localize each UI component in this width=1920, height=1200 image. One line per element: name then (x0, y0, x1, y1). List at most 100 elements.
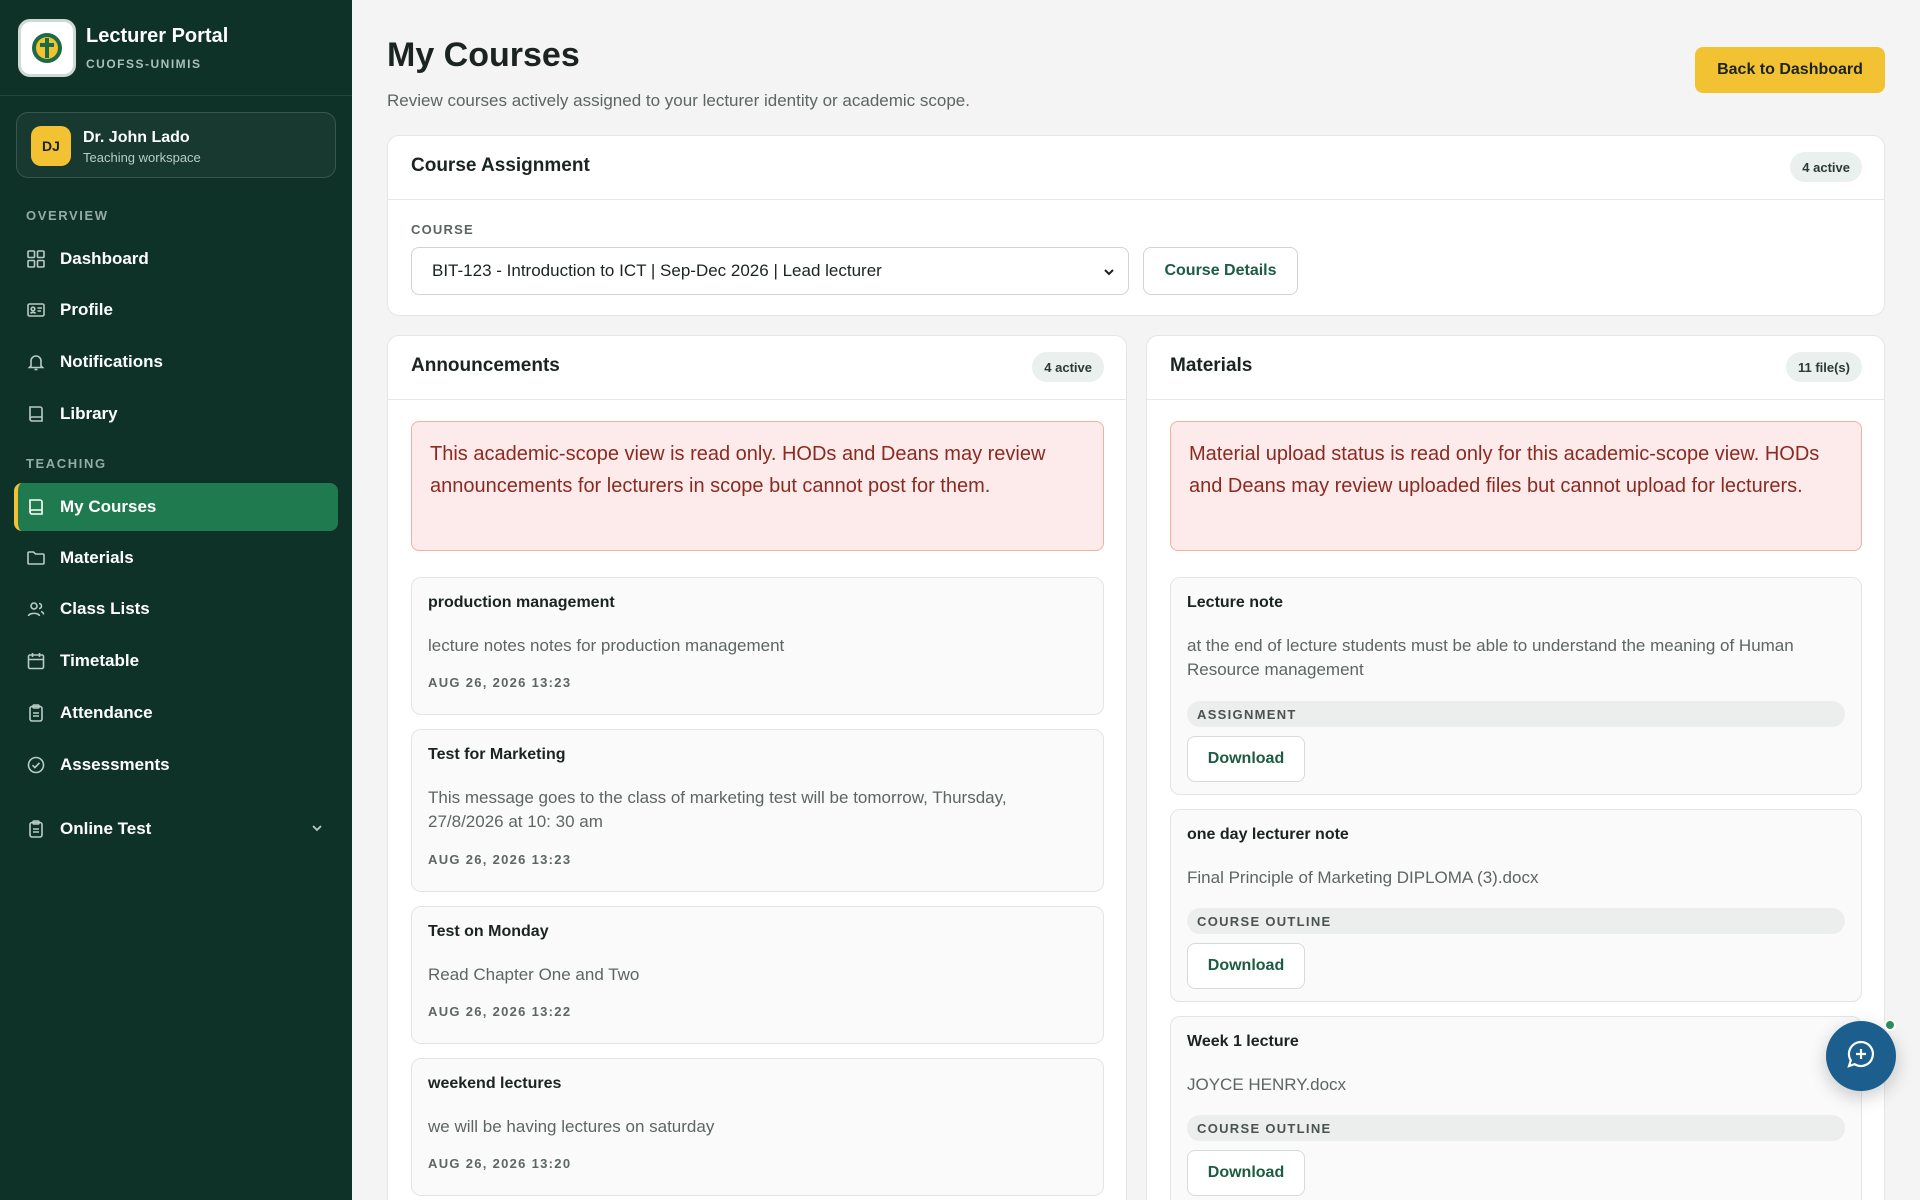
download-button[interactable]: Download (1187, 943, 1305, 989)
back-to-dashboard-button[interactable]: Back to Dashboard (1695, 47, 1885, 93)
sidebar-item-library[interactable]: Library (14, 390, 338, 438)
grid-icon (26, 249, 46, 269)
sidebar-item-label: Library (60, 404, 118, 423)
sidebar: Lecturer Portal CUOFSS-UNIMIS DJ Dr. Joh… (0, 0, 352, 1200)
sidebar-item-label: Class Lists (60, 599, 150, 618)
material-description: at the end of lecture students must be a… (1187, 636, 1794, 679)
chevron-down-icon[interactable] (310, 821, 324, 840)
read-only-notice: Material upload status is read only for … (1170, 421, 1862, 551)
material-item: Lecture note at the end of lecture stude… (1170, 577, 1862, 795)
download-button[interactable]: Download (1187, 736, 1305, 782)
announcement-title: Test for Marketing (428, 746, 566, 763)
announcement-body: lecture notes notes for production manag… (428, 636, 785, 655)
sidebar-item-label: Dashboard (60, 249, 149, 268)
id-card-icon (26, 300, 46, 320)
calendar-icon (26, 651, 46, 671)
check-circle-icon (26, 755, 46, 775)
status-badge: 4 active (1790, 152, 1862, 182)
sidebar-item-class-lists[interactable]: Class Lists (14, 585, 338, 633)
announcement-title: Test on Monday (428, 923, 549, 940)
chat-icon (1846, 1039, 1876, 1074)
announcement-body: This message goes to the class of market… (428, 788, 1007, 831)
announcement-title: production management (428, 594, 615, 611)
online-status-dot (1884, 1019, 1896, 1031)
user-name: Dr. John Lado (83, 129, 190, 146)
sidebar-item-label: Profile (60, 300, 113, 319)
sidebar-item-label: Materials (60, 548, 134, 567)
announcement-item[interactable]: Test for Marketing This message goes to … (411, 729, 1104, 892)
material-type-tag: COURSE OUTLINE (1187, 1115, 1845, 1141)
material-type-tag: COURSE OUTLINE (1187, 908, 1845, 934)
status-badge: 4 active (1032, 352, 1104, 382)
material-title: Week 1 lecture (1187, 1033, 1299, 1050)
course-select-value: BIT-123 - Introduction to ICT | Sep-Dec … (432, 261, 882, 280)
avatar: DJ (31, 126, 71, 166)
announcement-item[interactable]: production management lecture notes note… (411, 577, 1104, 715)
clipboard-icon (26, 703, 46, 723)
section-label-overview: OVERVIEW (26, 208, 109, 223)
card-header: Materials 11 file(s) (1147, 336, 1884, 400)
user-role: Teaching workspace (83, 150, 201, 165)
course-field-label: COURSE (411, 222, 474, 237)
sidebar-item-label: Attendance (60, 703, 153, 722)
section-label-teaching: TEACHING (26, 456, 107, 471)
material-title: one day lecturer note (1187, 826, 1349, 843)
course-select[interactable]: BIT-123 - Introduction to ICT | Sep-Dec … (411, 247, 1129, 295)
announcement-date: AUG 26, 2026 13:20 (428, 1156, 572, 1171)
announcements-card: Announcements 4 active This academic-sco… (387, 335, 1127, 1200)
sidebar-item-label: Timetable (60, 651, 140, 670)
material-type-tag: ASSIGNMENT (1187, 701, 1845, 727)
material-description: Final Principle of Marketing DIPLOMA (3)… (1187, 868, 1539, 887)
chevron-down-icon (1102, 264, 1116, 284)
brand-subtitle: CUOFSS-UNIMIS (86, 57, 202, 71)
materials-card: Materials 11 file(s) Material upload sta… (1146, 335, 1885, 1200)
chat-button[interactable] (1826, 1021, 1896, 1091)
announcement-body: we will be having lectures on saturday (428, 1117, 715, 1136)
material-description: JOYCE HENRY.docx (1187, 1075, 1347, 1094)
sidebar-item-notifications[interactable]: Notifications (14, 338, 338, 386)
download-button[interactable]: Download (1187, 1150, 1305, 1196)
announcement-date: AUG 26, 2026 13:22 (428, 1004, 572, 1019)
sidebar-item-label: Online Test (60, 819, 152, 838)
sidebar-item-label: My Courses (60, 497, 157, 516)
announcement-date: AUG 26, 2026 13:23 (428, 675, 572, 690)
sidebar-item-profile[interactable]: Profile (14, 286, 338, 334)
announcement-title: weekend lectures (428, 1075, 562, 1092)
card-title: Course Assignment (411, 155, 590, 176)
clipboard-icon (26, 819, 46, 839)
material-item: one day lecturer note Final Principle of… (1170, 809, 1862, 1002)
sidebar-item-dashboard[interactable]: Dashboard (14, 235, 338, 283)
sidebar-item-my-courses[interactable]: My Courses (14, 483, 338, 531)
announcement-item[interactable]: weekend lectures we will be having lectu… (411, 1058, 1104, 1196)
material-item: Week 1 lecture JOYCE HENRY.docx COURSE O… (1170, 1016, 1862, 1200)
sidebar-item-materials[interactable]: Materials (14, 534, 338, 582)
sidebar-item-label: Notifications (60, 352, 163, 371)
card-header: Course Assignment 4 active (388, 136, 1884, 200)
brand-title: Lecturer Portal (86, 25, 229, 47)
sidebar-item-label: Assessments (60, 755, 170, 774)
brand-header: Lecturer Portal CUOFSS-UNIMIS (0, 0, 352, 96)
sidebar-item-assessments[interactable]: Assessments (14, 741, 338, 789)
material-title: Lecture note (1187, 594, 1284, 611)
users-icon (26, 599, 46, 619)
announcement-item[interactable]: Test on Monday Read Chapter One and Two … (411, 906, 1104, 1044)
page-subtitle: Review courses actively assigned to your… (387, 91, 970, 110)
folder-icon (26, 548, 46, 568)
sidebar-item-attendance[interactable]: Attendance (14, 689, 338, 737)
course-details-button[interactable]: Course Details (1143, 247, 1298, 295)
file-count-badge: 11 file(s) (1785, 352, 1862, 382)
bell-icon (26, 352, 46, 372)
announcement-date: AUG 26, 2026 13:23 (428, 852, 572, 867)
course-assignment-card: Course Assignment 4 active COURSE BIT-12… (387, 135, 1885, 316)
read-only-notice: This academic-scope view is read only. H… (411, 421, 1104, 551)
book-icon (26, 497, 46, 517)
announcement-body: Read Chapter One and Two (428, 965, 640, 984)
user-card[interactable]: DJ Dr. John Lado Teaching workspace (16, 112, 336, 178)
sidebar-item-timetable[interactable]: Timetable (14, 637, 338, 685)
book-icon (26, 404, 46, 424)
card-title: Announcements (411, 355, 560, 376)
university-logo (18, 19, 76, 77)
card-title: Materials (1170, 355, 1253, 376)
page-title: My Courses (387, 36, 580, 74)
sidebar-item-online-test[interactable]: Online Test (14, 805, 338, 853)
